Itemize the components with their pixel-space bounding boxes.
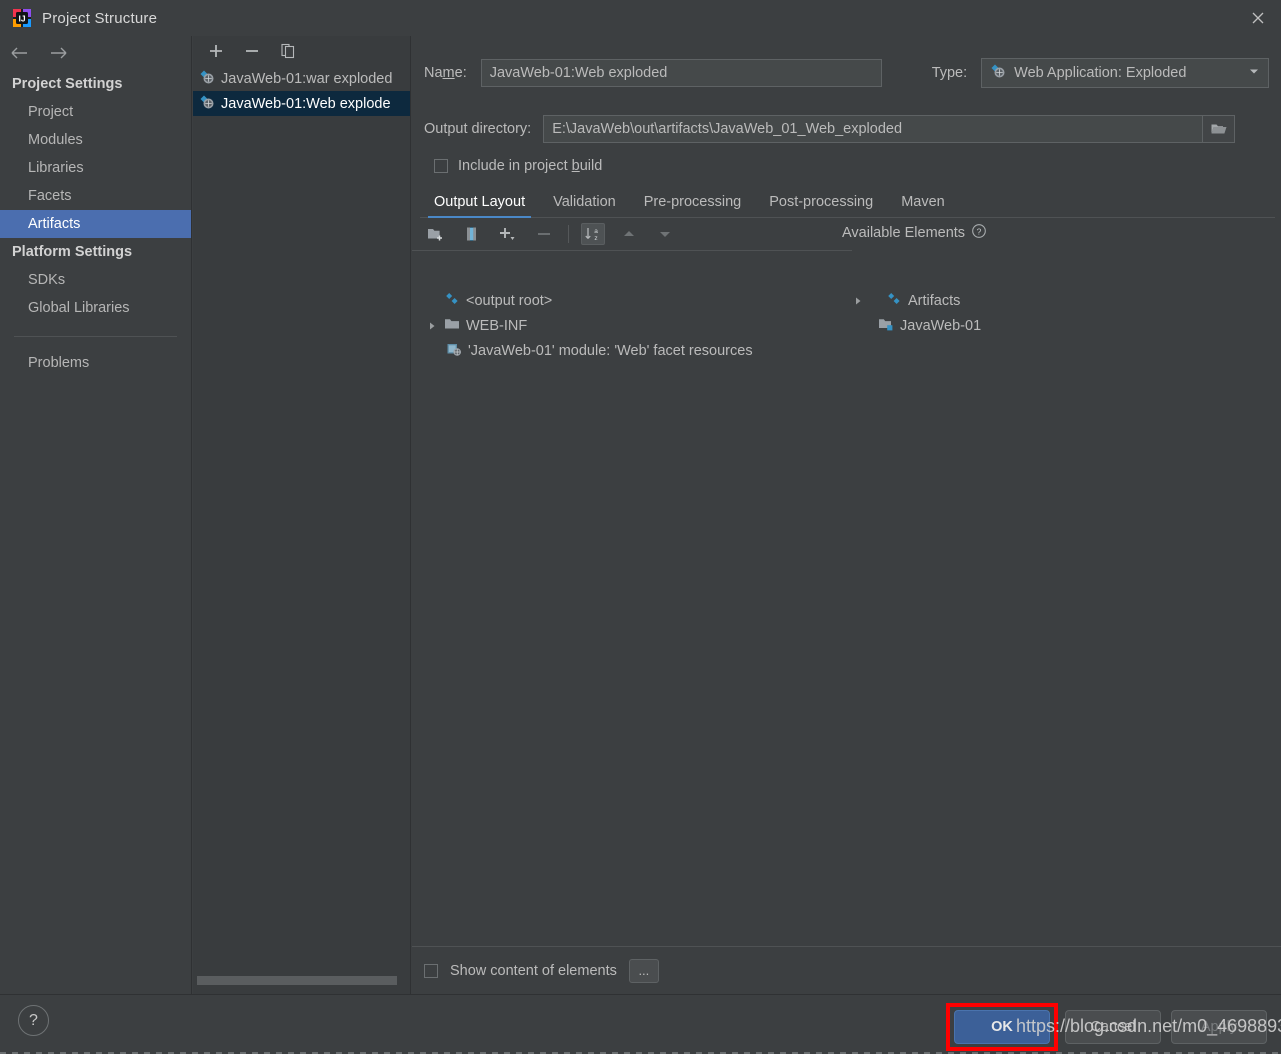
available-elements-header: Available Elements ? <box>842 223 987 243</box>
sidebar-item-artifacts[interactable]: Artifacts <box>0 210 191 238</box>
tree-row[interactable]: JavaWeb-01 <box>850 313 1270 338</box>
settings-sidebar: Project Settings Project Modules Librari… <box>0 36 192 994</box>
toolbar-separator <box>568 225 569 243</box>
output-directory-row: Output directory: <box>424 115 1269 143</box>
tree-row[interactable]: Artifacts <box>850 288 1270 313</box>
available-elements-tree: Artifacts JavaWeb-01 <box>850 288 1270 338</box>
pane-divider <box>412 250 852 251</box>
tab-output-layout[interactable]: Output Layout <box>420 188 539 218</box>
list-item-label: JavaWeb-01:war exploded <box>221 70 393 87</box>
minus-icon[interactable] <box>241 40 263 62</box>
add-dropdown-icon[interactable] <box>496 223 520 245</box>
artifact-icon <box>199 94 215 114</box>
sidebar-item-libraries[interactable]: Libraries <box>0 154 191 182</box>
show-content-checkbox[interactable] <box>424 963 438 978</box>
output-directory-label: Output directory: <box>424 121 532 137</box>
artifact-icon <box>199 69 215 89</box>
tree-row-label: 'JavaWeb-01' module: 'Web' facet resourc… <box>468 342 753 359</box>
facet-resources-icon <box>446 341 462 361</box>
tab-pre-processing[interactable]: Pre-processing <box>630 188 756 218</box>
move-down-icon <box>653 223 677 245</box>
sidebar-item-problems[interactable]: Problems <box>0 349 191 377</box>
include-in-build-checkbox[interactable] <box>434 159 448 173</box>
output-layout-footer: Show content of elements ... <box>412 946 1281 994</box>
sidebar-item-project[interactable]: Project <box>0 98 191 126</box>
include-in-build-label: Include in project build <box>458 158 603 174</box>
output-layout-tree: <output root> WEB-INF 'JavaWeb-01' modul… <box>420 288 840 363</box>
chevron-down-icon <box>1248 65 1260 81</box>
output-layout-toolbar: a z Available Elements ? <box>412 220 1281 248</box>
artifact-icon <box>444 291 460 311</box>
folder-icon[interactable] <box>1203 115 1236 143</box>
watermark-text: https://blog.csdn.net/m0_46988935 <box>1016 1016 1281 1036</box>
name-input[interactable] <box>480 59 882 87</box>
sidebar-item-sdks[interactable]: SDKs <box>0 266 191 294</box>
tab-post-processing[interactable]: Post-processing <box>755 188 887 218</box>
module-folder-icon <box>878 316 894 336</box>
available-elements-label: Available Elements <box>842 225 966 241</box>
title-bar: IJ Project Structure <box>0 0 1281 36</box>
sidebar-item-modules[interactable]: Modules <box>0 126 191 154</box>
more-options-button[interactable]: ... <box>628 958 659 983</box>
tree-row[interactable]: WEB-INF <box>420 313 840 338</box>
tree-row[interactable]: 'JavaWeb-01' module: 'Web' facet resourc… <box>420 338 840 363</box>
svg-text:IJ: IJ <box>18 14 25 24</box>
arrow-left-icon[interactable] <box>10 43 30 63</box>
svg-text:z: z <box>594 235 597 242</box>
project-structure-dialog: IJ Project Structure Project Settings Pr… <box>0 0 1281 1054</box>
details-tabs: Output Layout Validation Pre-processing … <box>420 188 1275 218</box>
svg-text:?: ? <box>977 226 982 236</box>
name-row: Name: Type: Web Application: Exploded <box>424 58 1269 88</box>
artifact-details-panel: Name: Type: Web Application: Exploded <box>412 36 1281 994</box>
tree-row-label: <output root> <box>466 292 553 309</box>
add-archive-icon[interactable] <box>460 223 484 245</box>
folder-icon <box>444 316 460 336</box>
help-button[interactable]: ? <box>18 1005 49 1036</box>
show-content-label: Show content of elements <box>450 962 617 979</box>
navigation-arrows <box>0 36 191 70</box>
list-item[interactable]: JavaWeb-01:war exploded <box>193 66 410 91</box>
copy-icon[interactable] <box>277 40 299 62</box>
scrollbar-thumb[interactable] <box>197 976 397 985</box>
artifacts-list-panel: JavaWeb-01:war exploded JavaWeb-01:Web e… <box>193 36 411 994</box>
name-label: Name: <box>424 65 467 81</box>
svg-text:a: a <box>594 228 598 235</box>
arrow-right-icon[interactable] <box>48 43 68 63</box>
artifacts-horizontal-scrollbar[interactable] <box>193 976 411 986</box>
chevron-right-icon[interactable] <box>426 320 438 332</box>
tree-row[interactable]: <output root> <box>420 288 840 313</box>
intellij-idea-icon: IJ <box>12 8 32 28</box>
sidebar-group-platform-settings: Platform Settings <box>12 244 133 260</box>
chevron-right-icon[interactable] <box>852 295 864 307</box>
artifact-icon <box>886 291 902 311</box>
remove-icon <box>532 223 556 245</box>
type-dropdown-value: Web Application: Exploded <box>1014 65 1187 81</box>
artifact-icon <box>990 63 1006 83</box>
tree-row-label: WEB-INF <box>466 317 528 334</box>
type-dropdown[interactable]: Web Application: Exploded <box>981 58 1269 88</box>
type-label: Type: <box>931 65 968 81</box>
tree-row-label: Artifacts <box>908 292 961 309</box>
sidebar-group-project-settings: Project Settings <box>12 76 123 92</box>
sort-alphabetically-icon[interactable]: a z <box>581 223 605 245</box>
sidebar-item-global-libraries[interactable]: Global Libraries <box>0 294 191 322</box>
list-item[interactable]: JavaWeb-01:Web explode <box>193 91 410 116</box>
new-directory-icon[interactable] <box>424 223 448 245</box>
window-title: Project Structure <box>42 9 158 27</box>
sidebar-divider <box>14 336 177 337</box>
move-up-icon <box>617 223 641 245</box>
sidebar-item-facets[interactable]: Facets <box>0 182 191 210</box>
question-circle-icon[interactable]: ? <box>971 223 987 243</box>
list-item-label: JavaWeb-01:Web explode <box>221 95 391 112</box>
close-icon[interactable] <box>1235 0 1281 36</box>
tab-validation[interactable]: Validation <box>539 188 630 218</box>
layout-panes: <output root> WEB-INF 'JavaWeb-01' modul… <box>412 250 1281 950</box>
output-directory-input[interactable] <box>543 115 1204 143</box>
plus-icon[interactable] <box>205 40 227 62</box>
tab-maven[interactable]: Maven <box>887 188 959 218</box>
include-in-build-row[interactable]: Include in project build <box>434 158 602 174</box>
artifacts-toolbar <box>193 36 410 66</box>
tree-row-label: JavaWeb-01 <box>900 317 982 334</box>
